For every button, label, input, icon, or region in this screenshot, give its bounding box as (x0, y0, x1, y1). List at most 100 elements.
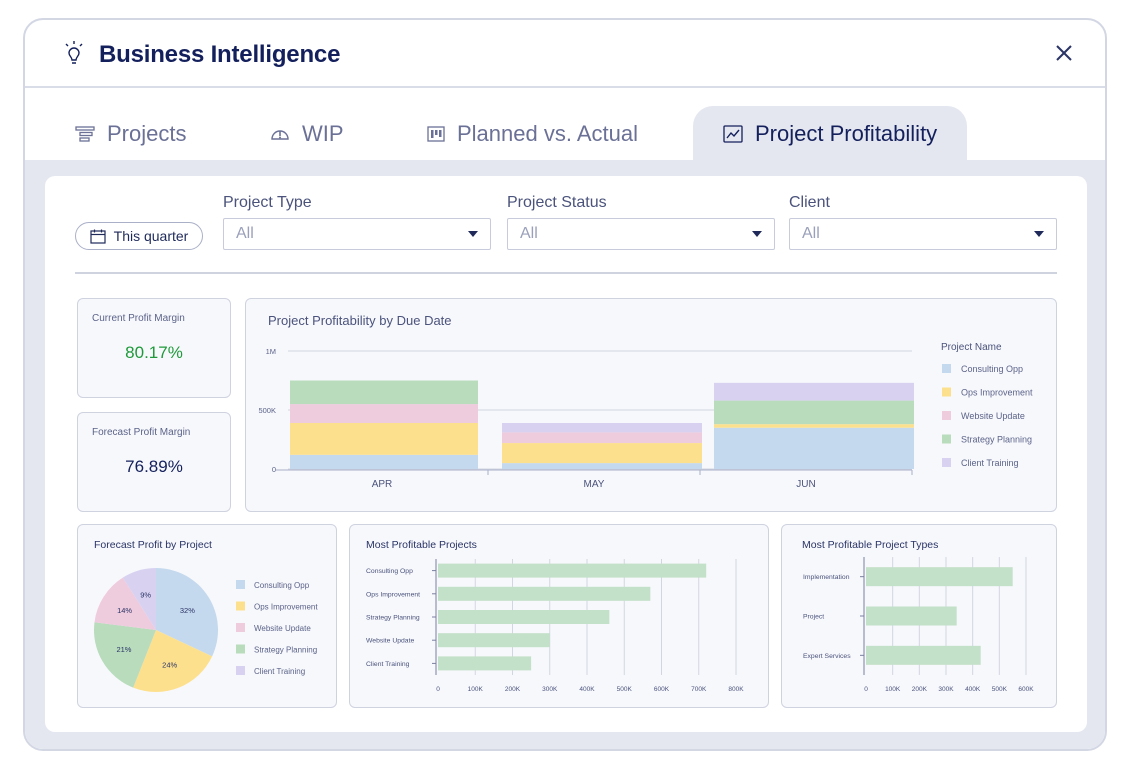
current-margin-value: 80.17% (125, 343, 183, 362)
y-tick-label: Ops Improvement (366, 591, 420, 598)
bar-segment[interactable] (714, 382, 914, 401)
bar-segment[interactable] (290, 422, 478, 455)
x-tick-label: APR (372, 479, 393, 490)
legend-label: Consulting Opp (254, 581, 310, 590)
legend-label: Strategy Planning (961, 435, 1032, 445)
bar[interactable] (438, 586, 651, 601)
legend-swatch (942, 387, 951, 397)
legend-swatch (942, 458, 951, 467)
bar-segment[interactable] (290, 380, 478, 405)
tab-planned-vs-actual[interactable]: Planned vs. Actual (427, 106, 638, 162)
client-select[interactable]: All (789, 218, 1057, 250)
x-tick-label: 400K (579, 686, 595, 693)
current-margin-label: Current Profit Margin (92, 313, 185, 324)
legend-swatch (942, 364, 951, 373)
x-tick-label: 500K (617, 686, 633, 693)
tab-wip[interactable]: WIP (270, 106, 344, 162)
legend-label: Client Training (961, 458, 1019, 468)
legend-label: Ops Improvement (961, 388, 1033, 398)
projects-bar-chart: 0 100K 200K 300K 400K 500K 600K 700K 800K Consult… (366, 559, 744, 693)
bar[interactable] (866, 645, 981, 665)
bar[interactable] (438, 656, 532, 671)
x-tick-label: 100K (468, 686, 484, 693)
legend-label: Strategy Planning (254, 646, 317, 655)
client-value: All (802, 225, 820, 242)
x-tick-label: 500K (992, 686, 1008, 693)
forecast-margin-label: Forecast Profit Margin (92, 427, 191, 438)
bar-segment[interactable] (502, 422, 702, 433)
tab-project-profitability[interactable]: Project Profitability (693, 106, 968, 162)
x-tick-label: 100K (885, 686, 901, 693)
bar[interactable] (866, 606, 957, 626)
tab-area: Projects WIP Planned vs. Actual Project … (25, 90, 1105, 749)
title-bar: Business Intelligence (25, 20, 1105, 88)
current-margin-card: Current Profit Margin 80.17% (77, 298, 231, 398)
bar-segment[interactable] (502, 432, 702, 444)
bar-segment[interactable] (502, 463, 702, 469)
y-tick-label: Project (803, 614, 824, 621)
x-tick-label: 300K (938, 686, 954, 693)
stacked-bar-chart: 0 500K 1M APR MAY JUN Project Name Consulting O… (258, 342, 1033, 490)
most-profitable-types-card: Most Profitable Project Types 0 100K 200K 3… (781, 524, 1057, 708)
bar-segment[interactable] (714, 400, 914, 425)
x-tick-label: 400K (965, 686, 981, 693)
pie-data-label: 21% (116, 645, 131, 654)
client-filter: Client All (789, 194, 1057, 250)
legend-title: Project Name (941, 342, 1002, 353)
project-type-value: All (236, 225, 254, 242)
report-panel: This quarter Project Type All Project St… (45, 176, 1087, 732)
bar[interactable] (438, 563, 707, 578)
x-tick-label: MAY (584, 479, 605, 490)
legend-swatch (236, 623, 245, 632)
pie-data-label: 24% (162, 661, 177, 670)
project-type-label: Project Type (223, 194, 312, 211)
x-tick-label: 0 (864, 686, 868, 693)
bar-segment[interactable] (290, 404, 478, 423)
date-range-label: This quarter (113, 228, 189, 244)
date-range-button[interactable]: This quarter (75, 222, 203, 250)
x-tick-label: 700K (691, 686, 707, 693)
y-tick-label: Expert Services (803, 653, 851, 660)
project-type-select[interactable]: All (223, 218, 491, 250)
lightbulb-icon (65, 41, 83, 64)
kanban-icon (427, 126, 445, 142)
caret-down-icon (752, 231, 762, 237)
bar-segment[interactable] (714, 427, 914, 469)
y-tick-label: Implementation (803, 574, 850, 581)
bar[interactable] (866, 567, 1013, 587)
x-tick-label: JUN (796, 479, 815, 490)
caret-down-icon (468, 231, 478, 237)
y-tick-label: Website Update (366, 638, 414, 645)
y-tick-label: Consulting Opp (366, 568, 413, 575)
close-icon[interactable] (1053, 42, 1075, 64)
project-status-select[interactable]: All (507, 218, 775, 250)
legend-swatch (942, 434, 951, 444)
x-tick-label: 800K (728, 686, 744, 693)
project-status-filter: Project Status All (507, 194, 775, 250)
legend-label: Client Training (254, 667, 305, 676)
tab-projects[interactable]: Projects (75, 106, 186, 162)
bar[interactable] (438, 633, 550, 648)
legend-label: Website Update (961, 411, 1025, 421)
bar[interactable] (438, 610, 610, 624)
project-type-filter: Project Type All (223, 194, 491, 250)
legend-label: Consulting Opp (961, 364, 1023, 374)
forecast-margin-card: Forecast Profit Margin 76.89% (77, 412, 231, 512)
line-chart-icon (723, 125, 743, 143)
project-status-label: Project Status (507, 194, 607, 211)
x-tick-label: 600K (654, 686, 670, 693)
legend-swatch (236, 601, 245, 611)
bar-segment[interactable] (502, 443, 702, 464)
bar-segment[interactable] (714, 424, 914, 428)
caret-down-icon (1034, 231, 1044, 237)
legend-swatch (236, 580, 245, 589)
legend-label: Ops Improvement (254, 603, 318, 612)
y-tick-label: 1M (266, 347, 276, 356)
client-label: Client (789, 194, 830, 211)
y-tick-label: Client Training (366, 661, 410, 668)
tab-planned-label: Planned vs. Actual (457, 121, 639, 146)
y-tick-label: Strategy Planning (366, 615, 420, 622)
legend-swatch (236, 644, 245, 654)
tab-profitability-label: Project Profitability (755, 121, 938, 146)
bar-segment[interactable] (290, 454, 478, 469)
